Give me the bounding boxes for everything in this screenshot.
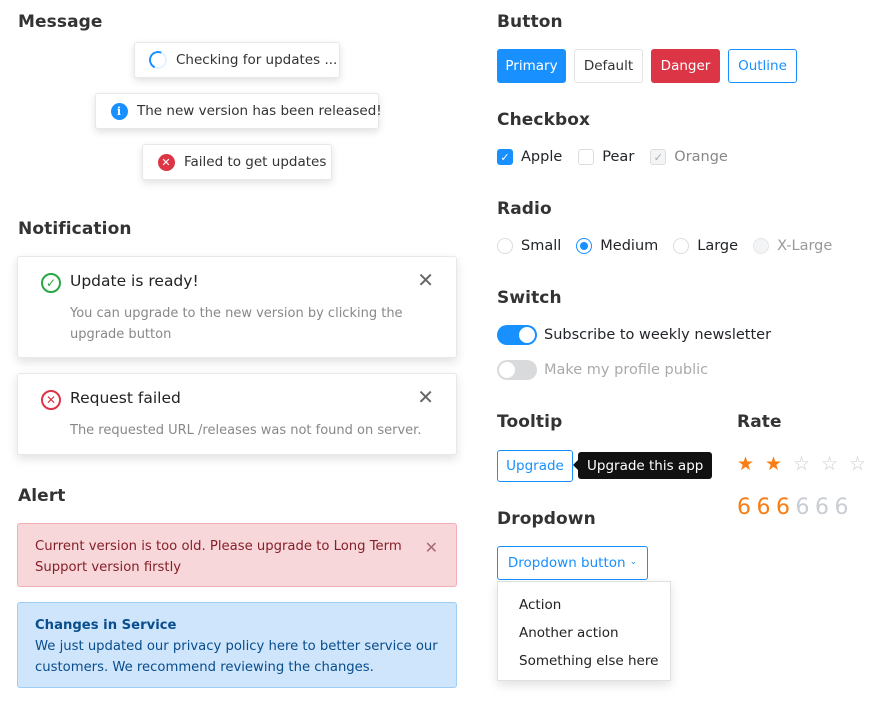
radio-checked-icon[interactable] <box>576 238 593 254</box>
toggle-off <box>497 360 537 380</box>
checkbox-label: Orange <box>674 149 728 165</box>
checkbox-section-title: Checkbox <box>497 110 591 130</box>
radio-section-title: Radio <box>497 199 552 219</box>
alert-section-title: Alert <box>18 486 66 506</box>
radio-unchecked-icon[interactable] <box>497 238 513 254</box>
tooltip: Upgrade this app <box>572 452 713 479</box>
checkbox-label: Apple <box>521 149 563 165</box>
tooltip-section-title: Tooltip <box>497 412 563 432</box>
dropdown-button-label: Dropdown button <box>507 555 626 571</box>
alert-text: Current version is too old. Please upgra… <box>35 539 402 575</box>
checkbox-group: ✓ Apple Pear ✓ Orange <box>497 147 744 167</box>
switch-label: Subscribe to weekly newsletter <box>544 327 772 343</box>
radio-label: X-Large <box>777 238 833 254</box>
message-loading: Checking for updates ... <box>134 42 340 78</box>
star-empty-icon[interactable]: ☆ <box>849 454 877 474</box>
notification-title: Request failed <box>70 389 181 407</box>
rate-section-title: Rate <box>737 412 782 432</box>
notification-error: ✕ Request failed The requested URL /rele… <box>17 373 457 455</box>
rating-digit-filled[interactable]: 6 <box>776 495 796 520</box>
message-text: Checking for updates ... <box>176 52 338 68</box>
rating-digit-empty[interactable]: 6 <box>796 495 816 520</box>
alert-text: We just updated our privacy policy here … <box>35 639 438 675</box>
dropdown-item-another-action[interactable]: Another action <box>498 619 670 647</box>
primary-button[interactable]: Primary <box>497 49 566 83</box>
switch-label: Make my profile public <box>544 362 709 378</box>
error-icon: ✕ <box>157 153 175 171</box>
radio-x-large: X-Large <box>753 238 832 254</box>
message-error: ✕ Failed to get updates <box>142 144 332 180</box>
radio-disabled-icon <box>753 238 770 254</box>
digit-rating[interactable]: 666666 <box>737 495 854 520</box>
danger-button[interactable]: Danger <box>651 49 720 83</box>
notification-section-title: Notification <box>18 219 132 239</box>
alert-title: Changes in Service <box>35 618 177 633</box>
outline-button[interactable]: Outline <box>728 49 797 83</box>
star-rating[interactable]: ★ ★ ☆ ☆ ☆ <box>737 454 877 474</box>
message-text: Failed to get updates <box>184 154 327 170</box>
upgrade-button[interactable]: Upgrade <box>497 450 573 482</box>
notification-description: The requested URL /releases was not foun… <box>70 423 422 438</box>
checkbox-checked-icon[interactable]: ✓ <box>497 149 513 165</box>
notification-title: Update is ready! <box>70 272 199 290</box>
dropdown-button[interactable]: Dropdown button ⌄ <box>497 546 648 580</box>
rating-digit-filled[interactable]: 6 <box>737 495 757 520</box>
rating-digit-empty[interactable]: 6 <box>815 495 835 520</box>
checkbox-apple[interactable]: ✓ Apple <box>497 149 562 165</box>
rating-digit-empty[interactable]: 6 <box>835 495 855 520</box>
checkbox-label: Pear <box>602 149 635 165</box>
dropdown-item-action[interactable]: Action <box>498 591 670 619</box>
info-icon: i <box>110 102 128 120</box>
radio-group: Small Medium Large X-Large <box>497 236 847 256</box>
switch-profile-public: Make my profile public <box>497 360 708 380</box>
star-filled-icon[interactable]: ★ <box>737 454 765 474</box>
button-section-title: Button <box>497 12 563 32</box>
default-button[interactable]: Default <box>574 49 643 83</box>
star-filled-icon[interactable]: ★ <box>765 454 793 474</box>
spinner-icon <box>146 48 170 72</box>
check-circle-icon: ✓ <box>41 273 61 293</box>
switch-newsletter[interactable]: Subscribe to weekly newsletter <box>497 325 771 345</box>
checkbox-pear[interactable]: Pear <box>578 149 634 165</box>
radio-label: Large <box>697 238 739 254</box>
star-empty-icon[interactable]: ☆ <box>793 454 821 474</box>
dropdown-section-title: Dropdown <box>497 509 596 529</box>
message-section-title: Message <box>18 12 103 32</box>
checkbox-unchecked-icon[interactable] <box>578 149 595 165</box>
radio-small[interactable]: Small <box>497 238 561 254</box>
message-info: i The new version has been released! <box>95 93 382 129</box>
close-icon[interactable]: ✕ <box>417 270 434 290</box>
chevron-down-icon: ⌄ <box>629 556 638 567</box>
radio-label: Small <box>521 238 562 254</box>
radio-medium[interactable]: Medium <box>576 238 658 254</box>
toggle-on[interactable] <box>497 325 537 345</box>
notification-success: ✓ Update is ready! You can upgrade to th… <box>17 256 457 358</box>
message-text: The new version has been released! <box>137 103 382 119</box>
checkbox-orange: ✓ Orange <box>650 149 728 165</box>
dropdown-item-something-else[interactable]: Something else here <box>498 647 670 675</box>
radio-large[interactable]: Large <box>673 238 738 254</box>
close-icon[interactable]: ✕ <box>425 537 438 558</box>
error-circle-icon: ✕ <box>41 390 61 410</box>
dropdown-menu: Action Another action Something else her… <box>497 581 671 681</box>
alert-info: Changes in Service We just updated our p… <box>17 602 457 688</box>
close-icon[interactable]: ✕ <box>417 387 434 407</box>
radio-label: Medium <box>600 238 659 254</box>
switch-section-title: Switch <box>497 288 562 308</box>
star-empty-icon[interactable]: ☆ <box>821 454 849 474</box>
rating-digit-filled[interactable]: 6 <box>757 495 777 520</box>
alert-danger: Current version is too old. Please upgra… <box>17 523 457 587</box>
notification-description: You can upgrade to the new version by cl… <box>70 306 403 342</box>
radio-unchecked-icon[interactable] <box>673 238 690 254</box>
checkbox-checked-disabled-icon: ✓ <box>650 149 667 165</box>
